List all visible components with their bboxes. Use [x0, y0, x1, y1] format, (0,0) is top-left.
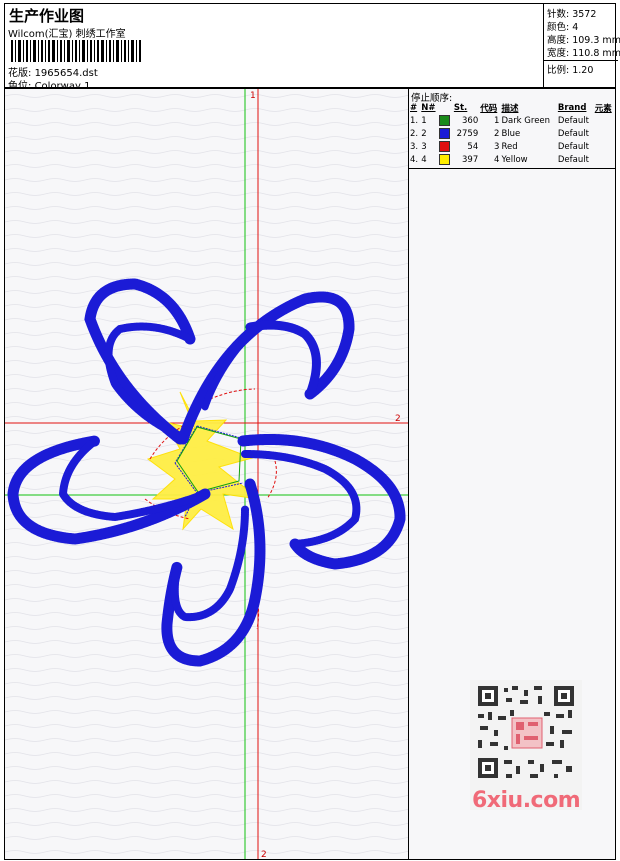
row-element — [594, 140, 615, 153]
thread-color-swatch — [439, 128, 451, 139]
sheet-title: 生产作业图 — [9, 7, 85, 25]
stitch-count: 针数: 3572 — [547, 9, 597, 20]
table-row: 1. 1 360 1 Dark Green Default — [409, 114, 615, 127]
row-code: 4 — [494, 154, 500, 165]
design-preview: 1 2 2 — [4, 88, 409, 860]
row-brand: Default — [557, 115, 589, 126]
design-height: 高度: 109.3 mm — [547, 35, 620, 46]
row-code: 3 — [494, 141, 500, 152]
row-stitches: 54 — [467, 141, 479, 152]
row-index: 2. — [410, 128, 419, 139]
color-swatch — [438, 140, 452, 153]
row-stitches: 360 — [462, 115, 479, 126]
barcode — [11, 40, 141, 62]
design-stats: 针数: 3572 颜色: 4 高度: 109.3 mm 宽度: 110.8 mm… — [543, 4, 620, 88]
row-brand: Default — [557, 154, 589, 165]
col-element: 元素 — [594, 103, 612, 114]
design-scale: 比例: 1.20 — [547, 65, 594, 76]
col-swatch — [438, 101, 452, 114]
row-brand: Default — [557, 141, 589, 152]
thread-color-swatch — [439, 154, 451, 165]
color-swatch — [438, 153, 452, 166]
row-brand: Default — [557, 128, 589, 139]
color-swatch — [438, 127, 452, 140]
row-index: 4. — [410, 154, 419, 165]
col-stitches: St. — [453, 102, 468, 113]
color-count: 颜色: 4 — [547, 22, 579, 33]
col-n: N# — [421, 102, 436, 113]
row-description: Blue — [501, 128, 521, 139]
col-description: 描述 — [501, 103, 519, 114]
top-axis-label: 1 — [250, 91, 256, 101]
row-index: 3. — [410, 141, 419, 152]
design-width: 宽度: 110.8 mm — [547, 48, 620, 59]
color-sequence-table: # N# St. 代码 描述 Brand 元素 1. 1 360 1 Dark Gree… — [409, 101, 615, 166]
row-needle: 2 — [421, 128, 427, 139]
row-element — [594, 127, 615, 140]
row-stitches: 2759 — [456, 128, 479, 139]
table-header-row: # N# St. 代码 描述 Brand 元素 — [409, 101, 615, 114]
col-brand: Brand — [557, 102, 587, 113]
embroidery-preview: 1 2 2 — [5, 89, 408, 859]
row-needle: 3 — [421, 141, 427, 152]
watermark-text: 6xiu.com — [472, 788, 581, 813]
row-code: 2 — [494, 128, 500, 139]
row-element — [594, 114, 615, 127]
production-sheet-header: 生产作业图 Wilcom(汇宝) 刺绣工作室 花版: 1965654.dst 色… — [4, 3, 620, 92]
row-stitches: 397 — [462, 154, 479, 165]
table-row: 4. 4 397 4 Yellow Default — [409, 153, 615, 166]
table-row: 3. 3 54 3 Red Default — [409, 140, 615, 153]
row-description: Yellow — [501, 154, 528, 165]
sheet-subtitle: Wilcom(汇宝) 刺绣工作室 — [8, 29, 126, 40]
color-swatch — [438, 114, 452, 127]
stats-divider — [544, 60, 618, 61]
thread-color-swatch — [439, 115, 451, 126]
row-description: Dark Green — [501, 115, 551, 126]
table-row: 2. 2 2759 2 Blue Default — [409, 127, 615, 140]
table-divider — [409, 168, 615, 169]
row-index: 1. — [410, 115, 419, 126]
row-needle: 4 — [421, 154, 427, 165]
thread-color-swatch — [439, 141, 451, 152]
right-axis-label: 2 — [395, 414, 401, 424]
row-code: 1 — [494, 115, 500, 126]
bottom-axis-label: 2 — [261, 850, 267, 859]
col-code: 代码 — [480, 103, 498, 114]
row-needle: 1 — [421, 115, 427, 126]
col-index: # — [410, 102, 418, 113]
row-element — [594, 153, 615, 166]
row-description: Red — [501, 141, 518, 152]
